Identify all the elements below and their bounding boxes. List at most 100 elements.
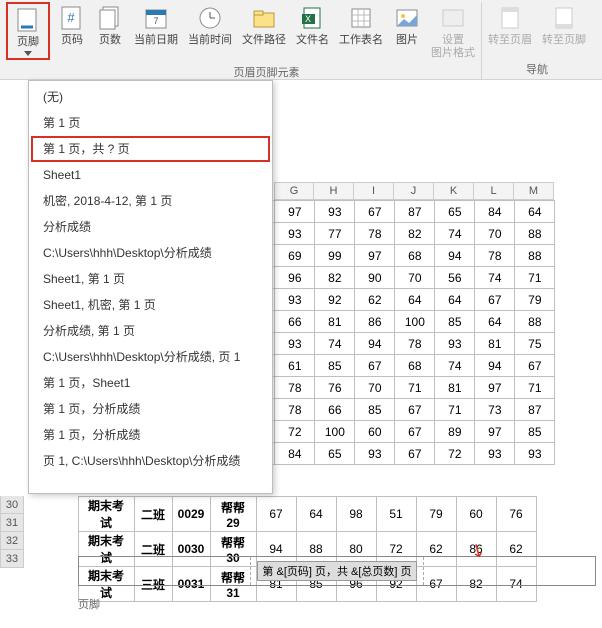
cell[interactable]: 90 xyxy=(355,267,395,289)
cell[interactable]: 97 xyxy=(475,377,515,399)
picture-button[interactable]: 图片 xyxy=(389,2,425,62)
cell[interactable]: 98 xyxy=(336,497,376,532)
cell[interactable]: 78 xyxy=(475,245,515,267)
cell[interactable]: 97 xyxy=(475,421,515,443)
column-header[interactable]: K xyxy=(434,182,474,200)
row-header[interactable]: 30 xyxy=(0,496,24,514)
dropdown-item[interactable]: Sheet1, 机密, 第 1 页 xyxy=(31,292,270,318)
cell[interactable]: 78 xyxy=(275,399,315,421)
cell[interactable]: 68 xyxy=(395,245,435,267)
dropdown-item[interactable]: 第 1 页，分析成绩 xyxy=(31,396,270,422)
dropdown-item[interactable]: Sheet1 xyxy=(31,162,270,188)
cell[interactable]: 65 xyxy=(435,201,475,223)
dropdown-item[interactable]: 机密, 2018-4-12, 第 1 页 xyxy=(31,188,270,214)
column-header[interactable]: I xyxy=(354,182,394,200)
sheet-name-button[interactable]: 工作表名 xyxy=(335,2,387,62)
cell[interactable]: 85 xyxy=(435,311,475,333)
cell[interactable]: 56 xyxy=(435,267,475,289)
cell[interactable]: 67 xyxy=(395,421,435,443)
cell[interactable]: 82 xyxy=(315,267,355,289)
cell[interactable]: 73 xyxy=(475,399,515,421)
cell[interactable]: 92 xyxy=(315,289,355,311)
row-header[interactable]: 31 xyxy=(0,514,24,532)
dropdown-item[interactable]: 第 1 页，分析成绩 xyxy=(31,422,270,448)
cell[interactable]: 94 xyxy=(355,333,395,355)
cell[interactable]: 96 xyxy=(275,267,315,289)
cell[interactable]: 84 xyxy=(475,201,515,223)
cell[interactable]: 66 xyxy=(275,311,315,333)
cell[interactable]: 65 xyxy=(315,443,355,465)
cell[interactable]: 67 xyxy=(256,497,296,532)
cell[interactable]: 51 xyxy=(376,497,416,532)
cell[interactable]: 67 xyxy=(515,355,555,377)
cell[interactable]: 0029 xyxy=(172,497,210,532)
cell[interactable]: 78 xyxy=(275,377,315,399)
cell[interactable]: 74 xyxy=(435,223,475,245)
footer-section[interactable]: 第 &[页码] 页，共 &[总页数] 页 xyxy=(78,556,596,586)
cell[interactable]: 77 xyxy=(315,223,355,245)
current-time-button[interactable]: 当前时间 xyxy=(184,2,236,62)
footer-center[interactable]: 第 &[页码] 页，共 &[总页数] 页 xyxy=(251,557,423,585)
cell[interactable]: 88 xyxy=(515,311,555,333)
footer-right[interactable] xyxy=(424,557,595,585)
cell[interactable]: 64 xyxy=(435,289,475,311)
cell[interactable]: 93 xyxy=(515,443,555,465)
file-path-button[interactable]: 文件路径 xyxy=(238,2,290,62)
cell[interactable]: 64 xyxy=(296,497,336,532)
cell[interactable]: 75 xyxy=(515,333,555,355)
cell[interactable]: 72 xyxy=(275,421,315,443)
cell[interactable]: 74 xyxy=(315,333,355,355)
cell[interactable]: 62 xyxy=(355,289,395,311)
dropdown-item[interactable]: Sheet1, 第 1 页 xyxy=(31,266,270,292)
cell[interactable]: 81 xyxy=(435,377,475,399)
cell[interactable]: 70 xyxy=(395,267,435,289)
cell[interactable]: 71 xyxy=(435,399,475,421)
cell[interactable]: 94 xyxy=(435,245,475,267)
cell[interactable]: 100 xyxy=(315,421,355,443)
cell[interactable]: 74 xyxy=(435,355,475,377)
cell[interactable]: 二班 xyxy=(134,497,172,532)
dropdown-item[interactable]: C:\Users\hhh\Desktop\分析成绩 xyxy=(31,240,270,266)
cell[interactable]: 71 xyxy=(395,377,435,399)
cell[interactable]: 67 xyxy=(395,399,435,421)
cell[interactable]: 93 xyxy=(475,443,515,465)
footer-left[interactable] xyxy=(79,557,251,585)
column-header[interactable]: J xyxy=(394,182,434,200)
cell[interactable]: 86 xyxy=(355,311,395,333)
dropdown-item[interactable]: 第 1 页，Sheet1 xyxy=(31,370,270,396)
cell[interactable]: 79 xyxy=(416,497,456,532)
cell[interactable]: 60 xyxy=(355,421,395,443)
cell[interactable]: 67 xyxy=(355,355,395,377)
column-header[interactable]: L xyxy=(474,182,514,200)
cell[interactable]: 61 xyxy=(275,355,315,377)
cell[interactable]: 85 xyxy=(315,355,355,377)
cell[interactable]: 69 xyxy=(275,245,315,267)
cell[interactable]: 60 xyxy=(456,497,496,532)
cell[interactable]: 78 xyxy=(395,333,435,355)
goto-footer-button[interactable]: 转至页脚 xyxy=(538,2,590,49)
cell[interactable]: 64 xyxy=(475,311,515,333)
file-name-button[interactable]: X 文件名 xyxy=(292,2,333,62)
goto-header-button[interactable]: 转至页眉 xyxy=(484,2,536,49)
cell[interactable]: 94 xyxy=(475,355,515,377)
cell[interactable]: 68 xyxy=(395,355,435,377)
cell[interactable]: 87 xyxy=(515,399,555,421)
row-header[interactable]: 33 xyxy=(0,550,24,568)
column-header[interactable]: H xyxy=(314,182,354,200)
cell[interactable]: 64 xyxy=(515,201,555,223)
cell[interactable]: 81 xyxy=(475,333,515,355)
column-header[interactable]: M xyxy=(514,182,554,200)
cell[interactable]: 100 xyxy=(395,311,435,333)
cell[interactable]: 66 xyxy=(315,399,355,421)
cell[interactable]: 79 xyxy=(515,289,555,311)
cell[interactable]: 88 xyxy=(515,245,555,267)
cell[interactable]: 84 xyxy=(275,443,315,465)
cell[interactable]: 93 xyxy=(275,333,315,355)
cell[interactable]: 78 xyxy=(355,223,395,245)
cell[interactable]: 72 xyxy=(435,443,475,465)
cell[interactable]: 99 xyxy=(315,245,355,267)
cell[interactable]: 71 xyxy=(515,377,555,399)
cell[interactable]: 期末考试 xyxy=(78,497,134,532)
cell[interactable]: 93 xyxy=(435,333,475,355)
footer-preset-dropdown[interactable]: (无)第 1 页第 1 页，共 ? 页Sheet1机密, 2018-4-12, … xyxy=(28,80,273,494)
